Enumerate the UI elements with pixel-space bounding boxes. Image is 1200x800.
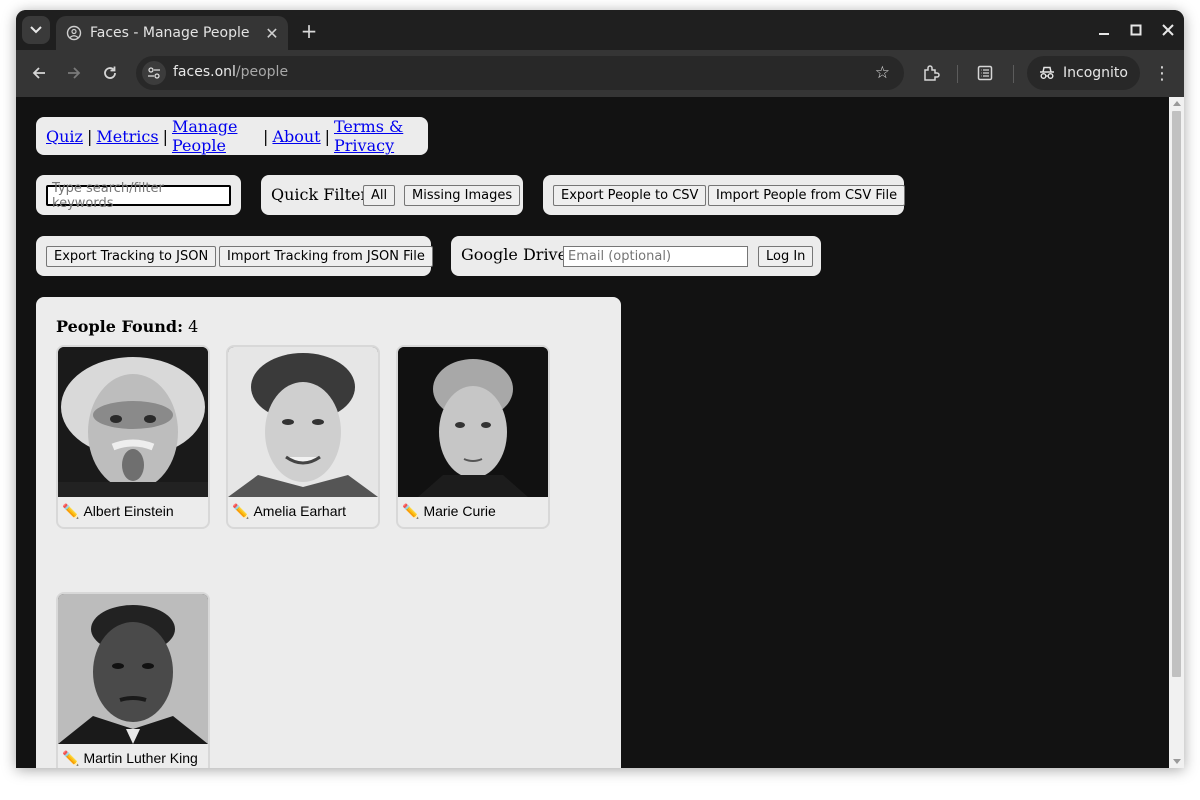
- tab-close-icon[interactable]: ✕: [262, 23, 282, 43]
- quick-filter-panel: Quick Filter: All Missing Images: [261, 175, 523, 215]
- import-people-csv-button[interactable]: Import People from CSV File: [708, 185, 906, 206]
- person-card[interactable]: ✏️ Amelia Earhart: [226, 345, 380, 529]
- nav-separator: |: [86, 126, 93, 146]
- login-button[interactable]: Log In: [758, 246, 814, 267]
- google-drive-label: Google Drive:: [461, 245, 573, 264]
- scroll-thumb[interactable]: [1172, 111, 1181, 677]
- person-name: ✏️ Amelia Earhart: [228, 497, 378, 525]
- bookmark-star-icon[interactable]: ☆: [875, 63, 890, 83]
- nav-panel: Quiz | Metrics | Manage People | About | Terms &…: [36, 117, 428, 155]
- person-card[interactable]: ✏️ Martin Luther King: [56, 592, 210, 768]
- export-tracking-json-button[interactable]: Export Tracking to JSON: [46, 246, 217, 267]
- nav-link-manage-people[interactable]: Manage People: [172, 117, 259, 155]
- export-people-csv-button[interactable]: Export People to CSV: [553, 185, 707, 206]
- url-path: /people: [235, 64, 289, 80]
- address-bar[interactable]: faces.onl/people ☆: [136, 56, 904, 90]
- tracking-panel: Export Tracking to JSON Import Tracking …: [36, 236, 433, 276]
- people-csv-panel: Export People to CSV Import People from …: [543, 175, 906, 215]
- new-tab-button[interactable]: +: [298, 19, 320, 43]
- toolbar-divider: [957, 65, 958, 83]
- pencil-icon[interactable]: ✏️: [232, 503, 249, 520]
- import-tracking-json-button[interactable]: Import Tracking from JSON File: [219, 246, 433, 267]
- nav-link-terms-privacy[interactable]: Terms & Privacy: [334, 117, 428, 155]
- person-name-text: Albert Einstein: [83, 503, 174, 519]
- more-menu-icon[interactable]: ⋮: [1152, 60, 1172, 86]
- page-viewport: Quiz | Metrics | Manage People | About | Terms &…: [16, 97, 1184, 768]
- filter-all-button[interactable]: All: [363, 185, 396, 206]
- person-name-text: Martin Luther King: [83, 750, 198, 766]
- toolbar-divider-2: [1013, 65, 1014, 83]
- person-name: ✏️ Albert Einstein: [58, 497, 208, 525]
- people-found-count: People Found: 4: [56, 317, 198, 336]
- reading-list-icon[interactable]: [972, 60, 998, 86]
- pencil-icon[interactable]: ✏️: [402, 503, 419, 520]
- tab-search-button[interactable]: [22, 16, 50, 44]
- browser-window: Faces - Manage People ✕ + faces.onl/peop…: [16, 10, 1184, 768]
- person-photo-king: [58, 594, 208, 744]
- people-found-label: People Found:: [56, 317, 183, 336]
- scroll-down-arrow-icon[interactable]: [1173, 759, 1181, 764]
- search-panel: Type search/filter keywords: [36, 175, 241, 215]
- site-info-icon[interactable]: [142, 61, 166, 85]
- pencil-icon[interactable]: ✏️: [62, 750, 79, 767]
- person-photo-earhart: [228, 347, 378, 497]
- nav-link-metrics[interactable]: Metrics: [96, 127, 158, 146]
- reload-icon[interactable]: [97, 60, 123, 86]
- chevron-down-icon: [30, 26, 42, 34]
- quick-filter-label: Quick Filter:: [271, 185, 374, 204]
- nav-link-quiz[interactable]: Quiz: [46, 127, 83, 146]
- url-domain: faces.onl: [173, 64, 236, 80]
- close-window-icon[interactable]: [1156, 18, 1180, 42]
- tab-title: Faces - Manage People: [90, 25, 250, 41]
- incognito-indicator[interactable]: Incognito: [1027, 56, 1140, 90]
- nav-separator: |: [324, 126, 330, 146]
- person-name: ✏️ Martin Luther King: [58, 744, 208, 768]
- forward-icon[interactable]: [61, 60, 87, 86]
- person-card[interactable]: ✏️ Marie Curie: [396, 345, 550, 529]
- extensions-icon[interactable]: [918, 60, 944, 86]
- people-results-panel: People Found: 4 ✏️ Albert Einstein ✏️ Am…: [36, 297, 621, 768]
- person-card[interactable]: ✏️ Albert Einstein: [56, 345, 210, 529]
- person-photo-einstein: [58, 347, 208, 497]
- person-name: ✏️ Marie Curie: [398, 497, 548, 525]
- tab-strip: Faces - Manage People ✕ +: [16, 10, 1184, 50]
- person-name-text: Amelia Earhart: [253, 503, 347, 519]
- email-field[interactable]: Email (optional): [563, 246, 748, 267]
- filter-missing-images-button[interactable]: Missing Images: [404, 185, 521, 206]
- url-text: faces.onl/people: [173, 64, 288, 80]
- search-input[interactable]: Type search/filter keywords: [46, 181, 231, 211]
- incognito-label: Incognito: [1063, 65, 1128, 81]
- people-count-value: 4: [188, 317, 199, 336]
- nav-separator: |: [162, 126, 168, 146]
- incognito-icon: [1039, 66, 1055, 80]
- person-photo-curie: [398, 347, 548, 497]
- tab-active[interactable]: Faces - Manage People ✕: [56, 16, 288, 50]
- person-name-text: Marie Curie: [423, 503, 496, 519]
- incognito-favicon-icon: [66, 25, 82, 41]
- pencil-icon[interactable]: ✏️: [62, 503, 79, 520]
- scroll-up-arrow-icon[interactable]: [1173, 101, 1181, 106]
- nav-separator: |: [263, 126, 269, 146]
- nav-link-about[interactable]: About: [272, 127, 320, 146]
- maximize-icon[interactable]: [1124, 18, 1148, 42]
- back-icon[interactable]: [26, 60, 52, 86]
- browser-toolbar: faces.onl/people ☆ Incognito ⋮: [16, 50, 1184, 97]
- google-drive-panel: Google Drive: Email (optional) Log In: [451, 236, 821, 276]
- minimize-icon[interactable]: [1092, 18, 1116, 42]
- page-scrollbar[interactable]: [1169, 97, 1184, 768]
